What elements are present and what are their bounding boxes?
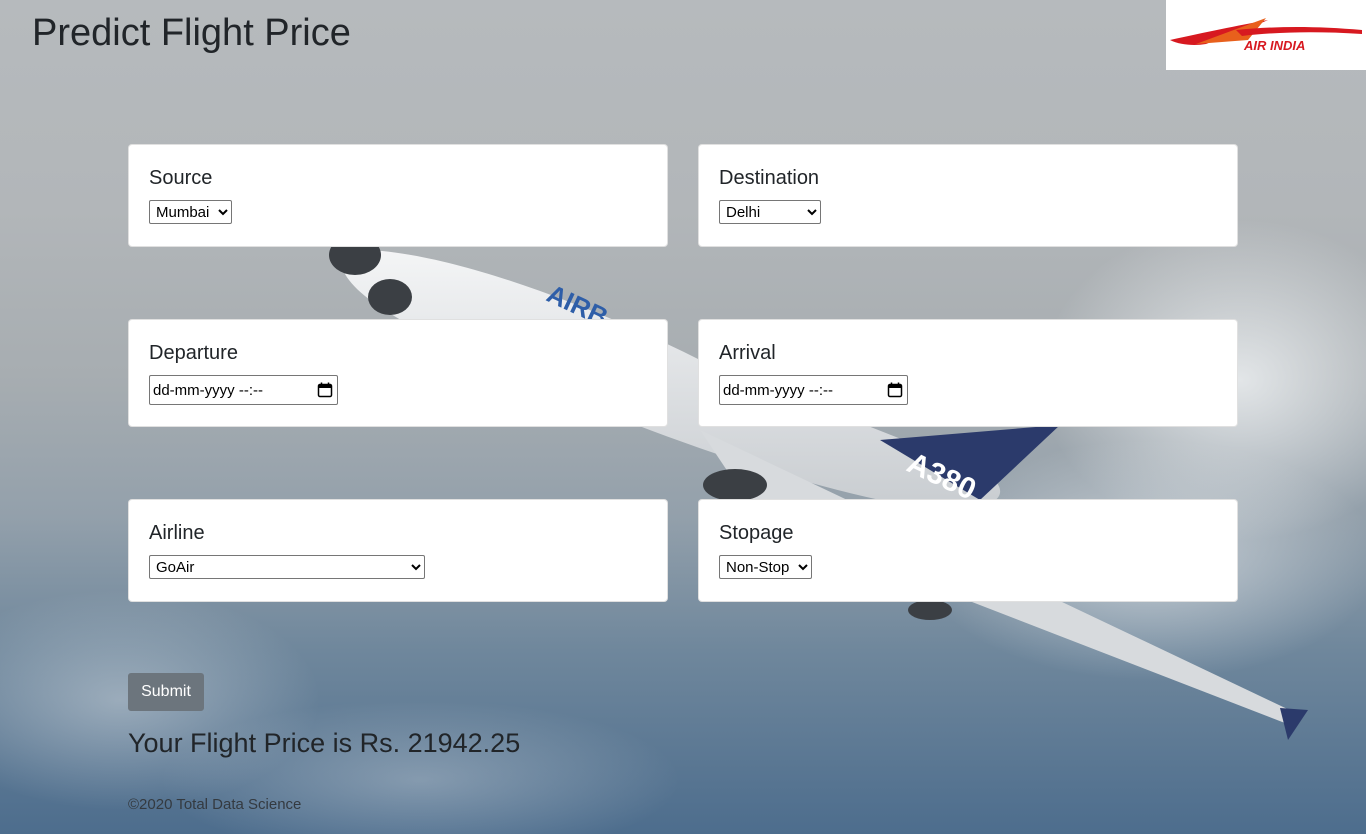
arrival-placeholder: dd-mm-yyyy --:-- (723, 381, 833, 399)
submit-button[interactable]: Submit (128, 673, 204, 711)
departure-placeholder: dd-mm-yyyy --:-- (153, 381, 263, 399)
arrival-card: Arrival dd-mm-yyyy --:-- (698, 319, 1238, 427)
destination-card: Destination Delhi (698, 144, 1238, 247)
page-title: Predict Flight Price (32, 12, 351, 54)
source-label: Source (149, 167, 213, 189)
stopage-select[interactable]: Non-Stop (719, 555, 812, 579)
stopage-card: Stopage Non-Stop (698, 499, 1238, 602)
departure-datetime-input[interactable]: dd-mm-yyyy --:-- (149, 375, 338, 405)
departure-card: Departure dd-mm-yyyy --:-- (128, 319, 668, 427)
departure-label: Departure (149, 342, 238, 364)
predicted-price-text: Your Flight Price is Rs. 21942.25 (128, 728, 521, 758)
arrival-label: Arrival (719, 342, 776, 364)
destination-label: Destination (719, 167, 820, 189)
destination-select[interactable]: Delhi (719, 200, 821, 224)
airline-label: Airline (149, 522, 205, 544)
air-india-logo: AIR INDIA (1166, 0, 1366, 70)
footer-copyright: ©2020 Total Data Science (128, 796, 302, 813)
source-card: Source Mumbai (128, 144, 668, 247)
calendar-icon[interactable] (887, 382, 903, 398)
airline-select[interactable]: GoAir (149, 555, 425, 579)
source-select[interactable]: Mumbai (149, 200, 232, 224)
stopage-label: Stopage (719, 522, 794, 544)
calendar-icon[interactable] (317, 382, 333, 398)
arrival-datetime-input[interactable]: dd-mm-yyyy --:-- (719, 375, 908, 405)
svg-text:AIR INDIA: AIR INDIA (1243, 38, 1305, 53)
air-india-logo-graphic: AIR INDIA (1170, 18, 1362, 53)
airline-card: Airline GoAir (128, 499, 668, 602)
